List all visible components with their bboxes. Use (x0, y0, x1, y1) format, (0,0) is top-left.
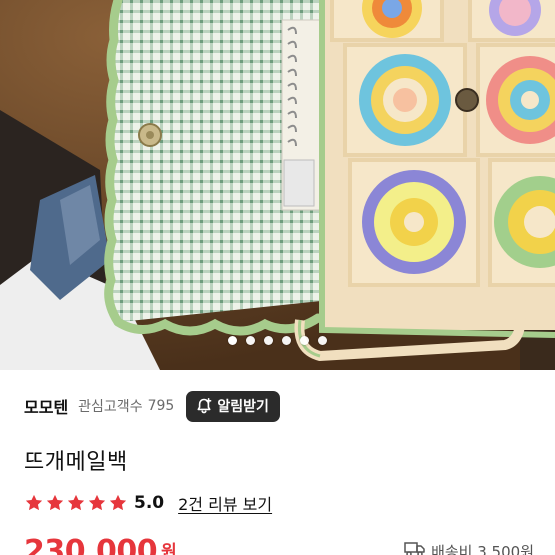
price-unit: 원 (161, 542, 177, 555)
star-icon (88, 494, 106, 511)
follower-count: 795 (147, 398, 175, 414)
price: 230,000 원 (24, 534, 177, 555)
carousel-dot-1[interactable] (228, 336, 237, 345)
product-title: 뜨개메일백 (24, 450, 128, 475)
truck-icon (404, 540, 426, 555)
follower-label: 관심고객수 (78, 399, 143, 415)
alert-subscribe-button[interactable]: 알림받기 (186, 390, 280, 422)
rating-score: 5.0 (134, 493, 165, 513)
shipping-label: 배송비 3,500원 (431, 542, 534, 555)
price-row: 230,000 원 배송비 3,500원 (24, 534, 534, 555)
bell-plus-icon (195, 397, 213, 415)
rating-row: 5.0 2건 리뷰 보기 (24, 490, 272, 516)
review-link[interactable]: 2건 리뷰 보기 (178, 491, 272, 515)
star-icon (67, 494, 85, 511)
price-amount: 230,000 (24, 534, 158, 555)
carousel-dot-6[interactable] (318, 336, 327, 345)
alert-subscribe-label: 알림받기 (217, 399, 269, 415)
product-photo[interactable] (0, 0, 555, 370)
star-icon (46, 494, 64, 511)
carousel-dot-2[interactable] (246, 336, 255, 345)
seller-row: 모모텐 관심고객수 795 알림받기 (24, 390, 534, 422)
carousel-dot-4[interactable] (282, 336, 291, 345)
carousel-indicator[interactable] (0, 336, 555, 345)
star-icon (109, 494, 127, 511)
star-icon (25, 494, 43, 511)
shipping-info: 배송비 3,500원 (404, 540, 534, 555)
carousel-dot-5[interactable] (300, 336, 309, 345)
seller-name[interactable]: 모모텐 (24, 394, 68, 418)
carousel-dot-3[interactable] (264, 336, 273, 345)
star-rating (24, 493, 128, 513)
